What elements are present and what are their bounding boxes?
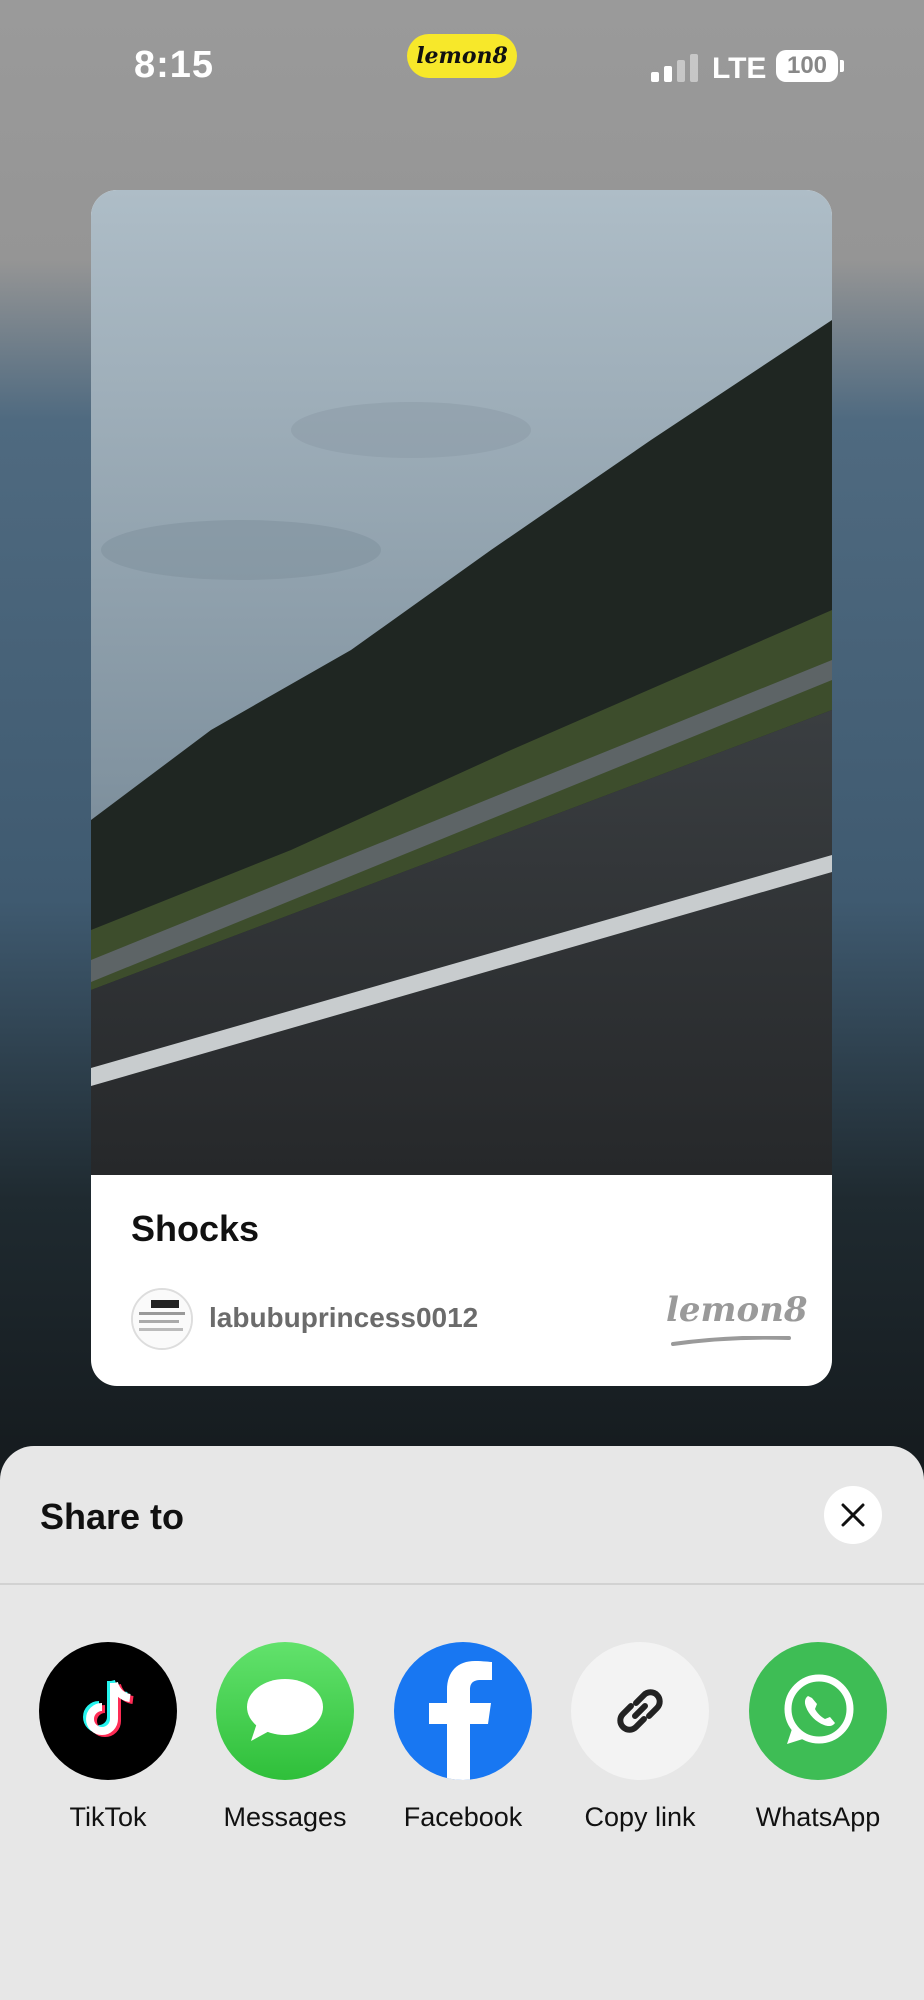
share-sheet: Share to TikTok Messages Facebook Copy l… (0, 1446, 924, 2000)
close-button[interactable] (824, 1486, 882, 1544)
app-indicator-label: lemon8 (416, 43, 508, 69)
share-target-copy-link[interactable]: Copy link (551, 1642, 729, 1833)
status-bar: 8:15 lemon8 LTE 100 (0, 0, 924, 130)
facebook-icon (394, 1642, 532, 1780)
share-target-facebook[interactable]: Facebook (374, 1642, 552, 1833)
share-target-label: TikTok (69, 1802, 147, 1832)
post-title: Shocks (131, 1208, 260, 1249)
author-username: labubuprincess0012 (209, 1302, 479, 1333)
close-icon (841, 1503, 865, 1527)
share-target-messages[interactable]: Messages (196, 1642, 374, 1833)
battery-level: 100 (786, 52, 828, 79)
battery-tip (840, 60, 844, 72)
share-target-label: Copy link (584, 1802, 696, 1832)
share-sheet-title: Share to (40, 1496, 185, 1537)
share-target-whatsapp[interactable]: WhatsApp (729, 1642, 907, 1833)
watermark-swoosh (671, 1336, 791, 1346)
share-target-tiktok[interactable]: TikTok (19, 1642, 197, 1833)
lemon8-watermark: lemon8 (666, 1290, 808, 1330)
share-target-label: Facebook (403, 1802, 523, 1832)
tiktok-icon (39, 1642, 177, 1780)
post-photo (91, 190, 832, 1175)
share-target-label: WhatsApp (755, 1802, 881, 1832)
network-type: LTE (712, 52, 767, 85)
author-avatar (131, 1288, 193, 1350)
share-targets-row: TikTok Messages Facebook Copy link Whats… (0, 1642, 924, 1862)
messages-icon (216, 1642, 354, 1780)
signal-strength-icon (651, 52, 698, 82)
link-icon (571, 1642, 709, 1780)
whatsapp-icon (749, 1642, 887, 1780)
post-preview-card: Shocks labubuprincess0012 lemon8 (91, 190, 832, 1386)
app-indicator-pill[interactable]: lemon8 (407, 34, 517, 78)
battery-icon: 100 (776, 50, 838, 82)
sheet-divider (0, 1583, 924, 1585)
share-target-label: Messages (223, 1802, 347, 1832)
status-time: 8:15 (134, 44, 215, 86)
